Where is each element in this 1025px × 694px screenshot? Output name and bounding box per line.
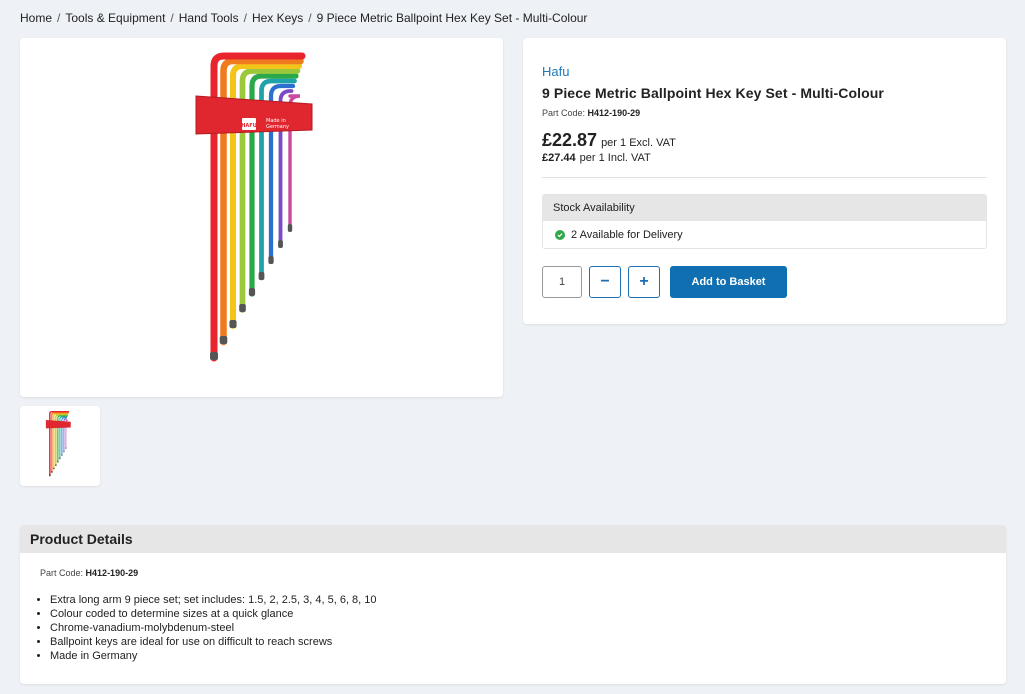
add-to-basket-row: − + Add to Basket [542,266,787,298]
list-item: Made in Germany [50,649,377,663]
increase-quantity-button[interactable]: + [628,266,660,298]
stock-availability-box: Stock Availability 2 Available for Deliv… [542,194,987,249]
breadcrumb-hex-keys[interactable]: Hex Keys [252,11,303,25]
price-excl-vat: £22.87 per 1 Excl. VAT [542,130,676,151]
check-circle-icon [555,230,565,240]
list-item: Extra long arm 9 piece set; set includes… [50,593,377,607]
breadcrumb-separator: / [170,11,174,25]
price-excl-unit: per 1 Excl. VAT [601,137,676,149]
svg-text:Germany: Germany [266,124,289,130]
svg-text:HAFU: HAFU [241,123,257,129]
details-part-code-value: H412-190-29 [85,568,139,578]
hex-key-set-image: HAFUMade inGermany [195,52,312,361]
part-code-label: Part Code: [542,108,586,118]
product-thumbnail[interactable] [20,406,100,486]
list-item: Colour coded to determine sizes at a qui… [50,607,377,621]
hex-key-set-thumbnail-image [45,410,71,477]
breadcrumb: Home / Tools & Equipment / Hand Tools / … [20,11,587,25]
product-title: 9 Piece Metric Ballpoint Hex Key Set - M… [542,85,884,101]
list-item: Chrome-vanadium-molybdenum-steel [50,621,377,635]
divider [542,177,987,178]
details-part-code-label: Part Code: [40,568,84,578]
breadcrumb-current: 9 Piece Metric Ballpoint Hex Key Set - M… [316,11,588,25]
add-to-basket-button[interactable]: Add to Basket [670,266,787,298]
price-excl-amount: £22.87 [542,130,598,150]
stock-status-text: 2 Available for Delivery [571,229,683,241]
stock-status: 2 Available for Delivery [543,221,986,248]
decrease-quantity-button[interactable]: − [589,266,621,298]
product-details-header: Product Details [20,525,1006,553]
quantity-input[interactable] [542,266,582,298]
breadcrumb-tools-equipment[interactable]: Tools & Equipment [65,11,165,25]
breadcrumb-separator: / [57,11,61,25]
details-part-code: Part Code: H412-190-29 [40,568,138,578]
breadcrumb-separator: / [308,11,312,25]
breadcrumb-separator: / [243,11,247,25]
price-incl-amount: £27.44 [542,152,576,164]
breadcrumb-home[interactable]: Home [20,11,52,25]
price-incl-vat: £27.44 per 1 Incl. VAT [542,152,651,164]
part-code-value: H412-190-29 [587,108,641,118]
product-details-panel: Product Details Part Code: H412-190-29 E… [20,525,1006,684]
product-details-list: Extra long arm 9 piece set; set includes… [50,593,377,663]
product-info-panel: Hafu 9 Piece Metric Ballpoint Hex Key Se… [523,38,1006,324]
list-item: Ballpoint keys are ideal for use on diff… [50,635,377,649]
price-incl-unit: per 1 Incl. VAT [579,152,651,164]
part-code: Part Code: H412-190-29 [542,108,640,118]
breadcrumb-hand-tools[interactable]: Hand Tools [179,11,239,25]
stock-availability-header: Stock Availability [543,195,986,221]
main-product-image[interactable]: HAFU Made in Germany [20,38,503,397]
brand-link[interactable]: Hafu [542,64,569,79]
